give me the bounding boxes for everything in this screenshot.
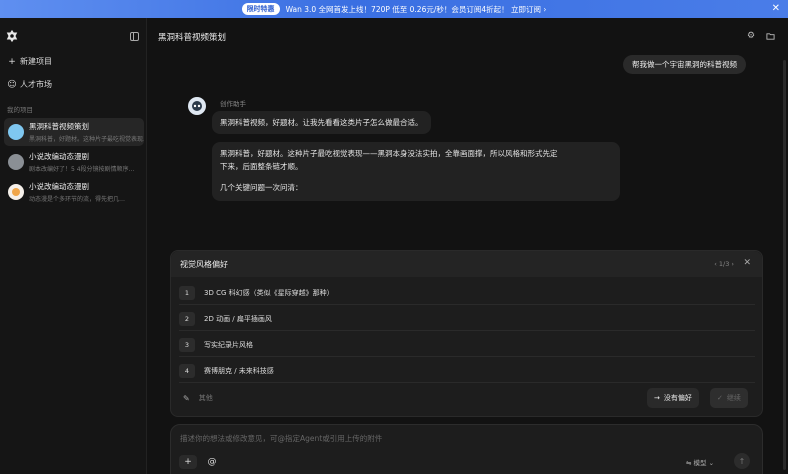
assistant-message: 黑洞科普，好题材。这种片子最吃视觉表现——黑洞本身没法实拍，全靠画面撑，所以风格… [212,142,620,201]
option-number: 2 [179,311,195,326]
chevron-down-icon: ⌄ [708,459,715,467]
assistant-message-text: 黑洞科普视频，好题材。让我先看看这类片子怎么做最合适。 [220,118,423,127]
project-subtitle: 剧本改编好了！5 4段分镜按剧情顺序… [29,166,135,173]
talent-market-button[interactable]: ☺ 人才市场 [7,79,52,90]
close-icon[interactable]: ✕ [743,258,751,268]
arrow-up-icon: ↑ [738,456,746,466]
option-number: 4 [179,363,195,378]
sidebar: + 新建项目 ☺ 人才市场 我的项目 黑洞科普视频策划 黑洞科普，好题材。这种片… [0,18,147,474]
option-number: 3 [179,337,195,352]
question-title: 视觉风格偏好 [180,260,228,269]
option-item[interactable]: 3 写实纪录片风格 [179,333,755,357]
promo-banner[interactable]: 限时特惠 Wan 3.0 全网首发上线！720P 低至 0.26元/秒！会员订阅… [0,0,788,18]
assistant-name: 创作助手 [220,100,246,108]
project-thumb-icon [8,184,24,200]
project-item[interactable]: 小说改编动态漫剧 剧本改编好了！5 4段分镜按剧情顺序… [4,148,144,176]
user-message: 帮我做一个宇宙黑洞的科普视频 [623,55,746,74]
scrollbar[interactable] [783,60,786,470]
arrow-right-icon: → [654,394,660,402]
folder-icon[interactable] [766,32,775,41]
attach-button[interactable]: + [179,455,197,469]
gear-icon[interactable]: ⚙ [747,32,756,41]
other-input[interactable]: ✎ 其他 [183,393,213,403]
mention-button[interactable]: @ [203,455,221,469]
plus-icon: + [8,56,16,67]
input-placeholder: 描述你的想法或修改意见，可@指定Agent或引用上传的附件 [180,434,383,443]
question-panel: 视觉风格偏好 ‹ 1/3 › ✕ 1 3D CG 科幻感（类似《星际穿越》那种）… [170,250,763,417]
page-title: 黑洞科普视频策划 [158,33,227,43]
my-projects-label: 我的项目 [7,106,33,114]
no-preference-button[interactable]: → 没有偏好 [647,388,699,408]
continue-label: 继续 [726,394,741,402]
smile-icon: ☺ [7,79,17,90]
model-selector[interactable]: ⇋ 模型 ⌄ [686,457,714,467]
project-subtitle: 动态漫是个多环节的流，得先把几… [29,196,126,203]
question-header: 视觉风格偏好 ‹ 1/3 › ✕ [171,251,762,277]
assistant-message: 黑洞科普视频，好题材。让我先看看这类片子怎么做最合适。 [212,111,431,134]
project-title: 小说改编动态漫剧 [29,182,89,191]
continue-button[interactable]: ✓ 继续 [710,388,748,408]
check-icon: ✓ [717,394,723,402]
option-item[interactable]: 1 3D CG 科幻感（类似《星际穿越》那种） [179,281,755,305]
assistant-message-text: 下来，后面整条链才顺。 [220,162,303,171]
robot-icon [192,101,202,111]
new-project-button[interactable]: + 新建项目 [7,56,52,67]
at-icon: @ [207,457,217,467]
close-icon[interactable]: ✕ [772,3,780,14]
plus-icon: + [184,457,192,467]
sliders-icon: ⇋ [686,459,694,467]
send-button[interactable]: ↑ [734,453,750,469]
question-pager[interactable]: ‹ 1/3 › [714,260,734,268]
assistant-avatar [188,97,206,115]
model-label: 模型 [693,459,707,467]
project-title: 小说改编动态漫剧 [29,152,89,161]
option-item[interactable]: 4 赛博朋克 / 未来科技感 [179,359,755,383]
no-preference-label: 没有偏好 [663,394,692,402]
project-thumb-icon [8,124,24,140]
assistant-message-text: 几个关键问题一次问清： [220,183,303,192]
option-label: 2D 动画 / 扁平插画风 [204,314,272,323]
message-input[interactable]: 描述你的想法或修改意见，可@指定Agent或引用上传的附件 + @ ⇋ 模型 ⌄… [170,424,763,474]
project-thumb-icon [8,154,24,170]
option-label: 写实纪录片风格 [204,340,253,349]
project-item[interactable]: 小说改编动态漫剧 动态漫是个多环节的流，得先把几… [4,178,144,206]
talent-market-label: 人才市场 [20,80,52,89]
sidebar-toggle-icon[interactable] [130,32,139,41]
project-title: 黑洞科普视频策划 [29,122,89,131]
promo-tag: 限时特惠 [241,3,280,15]
promo-text[interactable]: Wan 3.0 全网首发上线！720P 低至 0.26元/秒！会员订阅4折起！ … [286,4,547,15]
assistant-message-text: 黑洞科普，好题材。这种片子最吃视觉表现——黑洞本身没法实拍，全靠画面撑，所以风格… [220,149,558,158]
app-logo-icon[interactable] [5,29,19,43]
other-label: 其他 [198,394,213,402]
pencil-icon: ✎ [183,393,190,403]
project-item[interactable]: 黑洞科普视频策划 黑洞科普，好题材。这种片子最吃视觉表现… [4,118,144,146]
option-label: 赛博朋克 / 未来科技感 [204,366,274,375]
new-project-label: 新建项目 [20,57,52,66]
option-item[interactable]: 2 2D 动画 / 扁平插画风 [179,307,755,331]
project-subtitle: 黑洞科普，好题材。这种片子最吃视觉表现… [29,136,144,143]
option-label: 3D CG 科幻感（类似《星际穿越》那种） [204,288,334,297]
option-number: 1 [179,285,195,300]
